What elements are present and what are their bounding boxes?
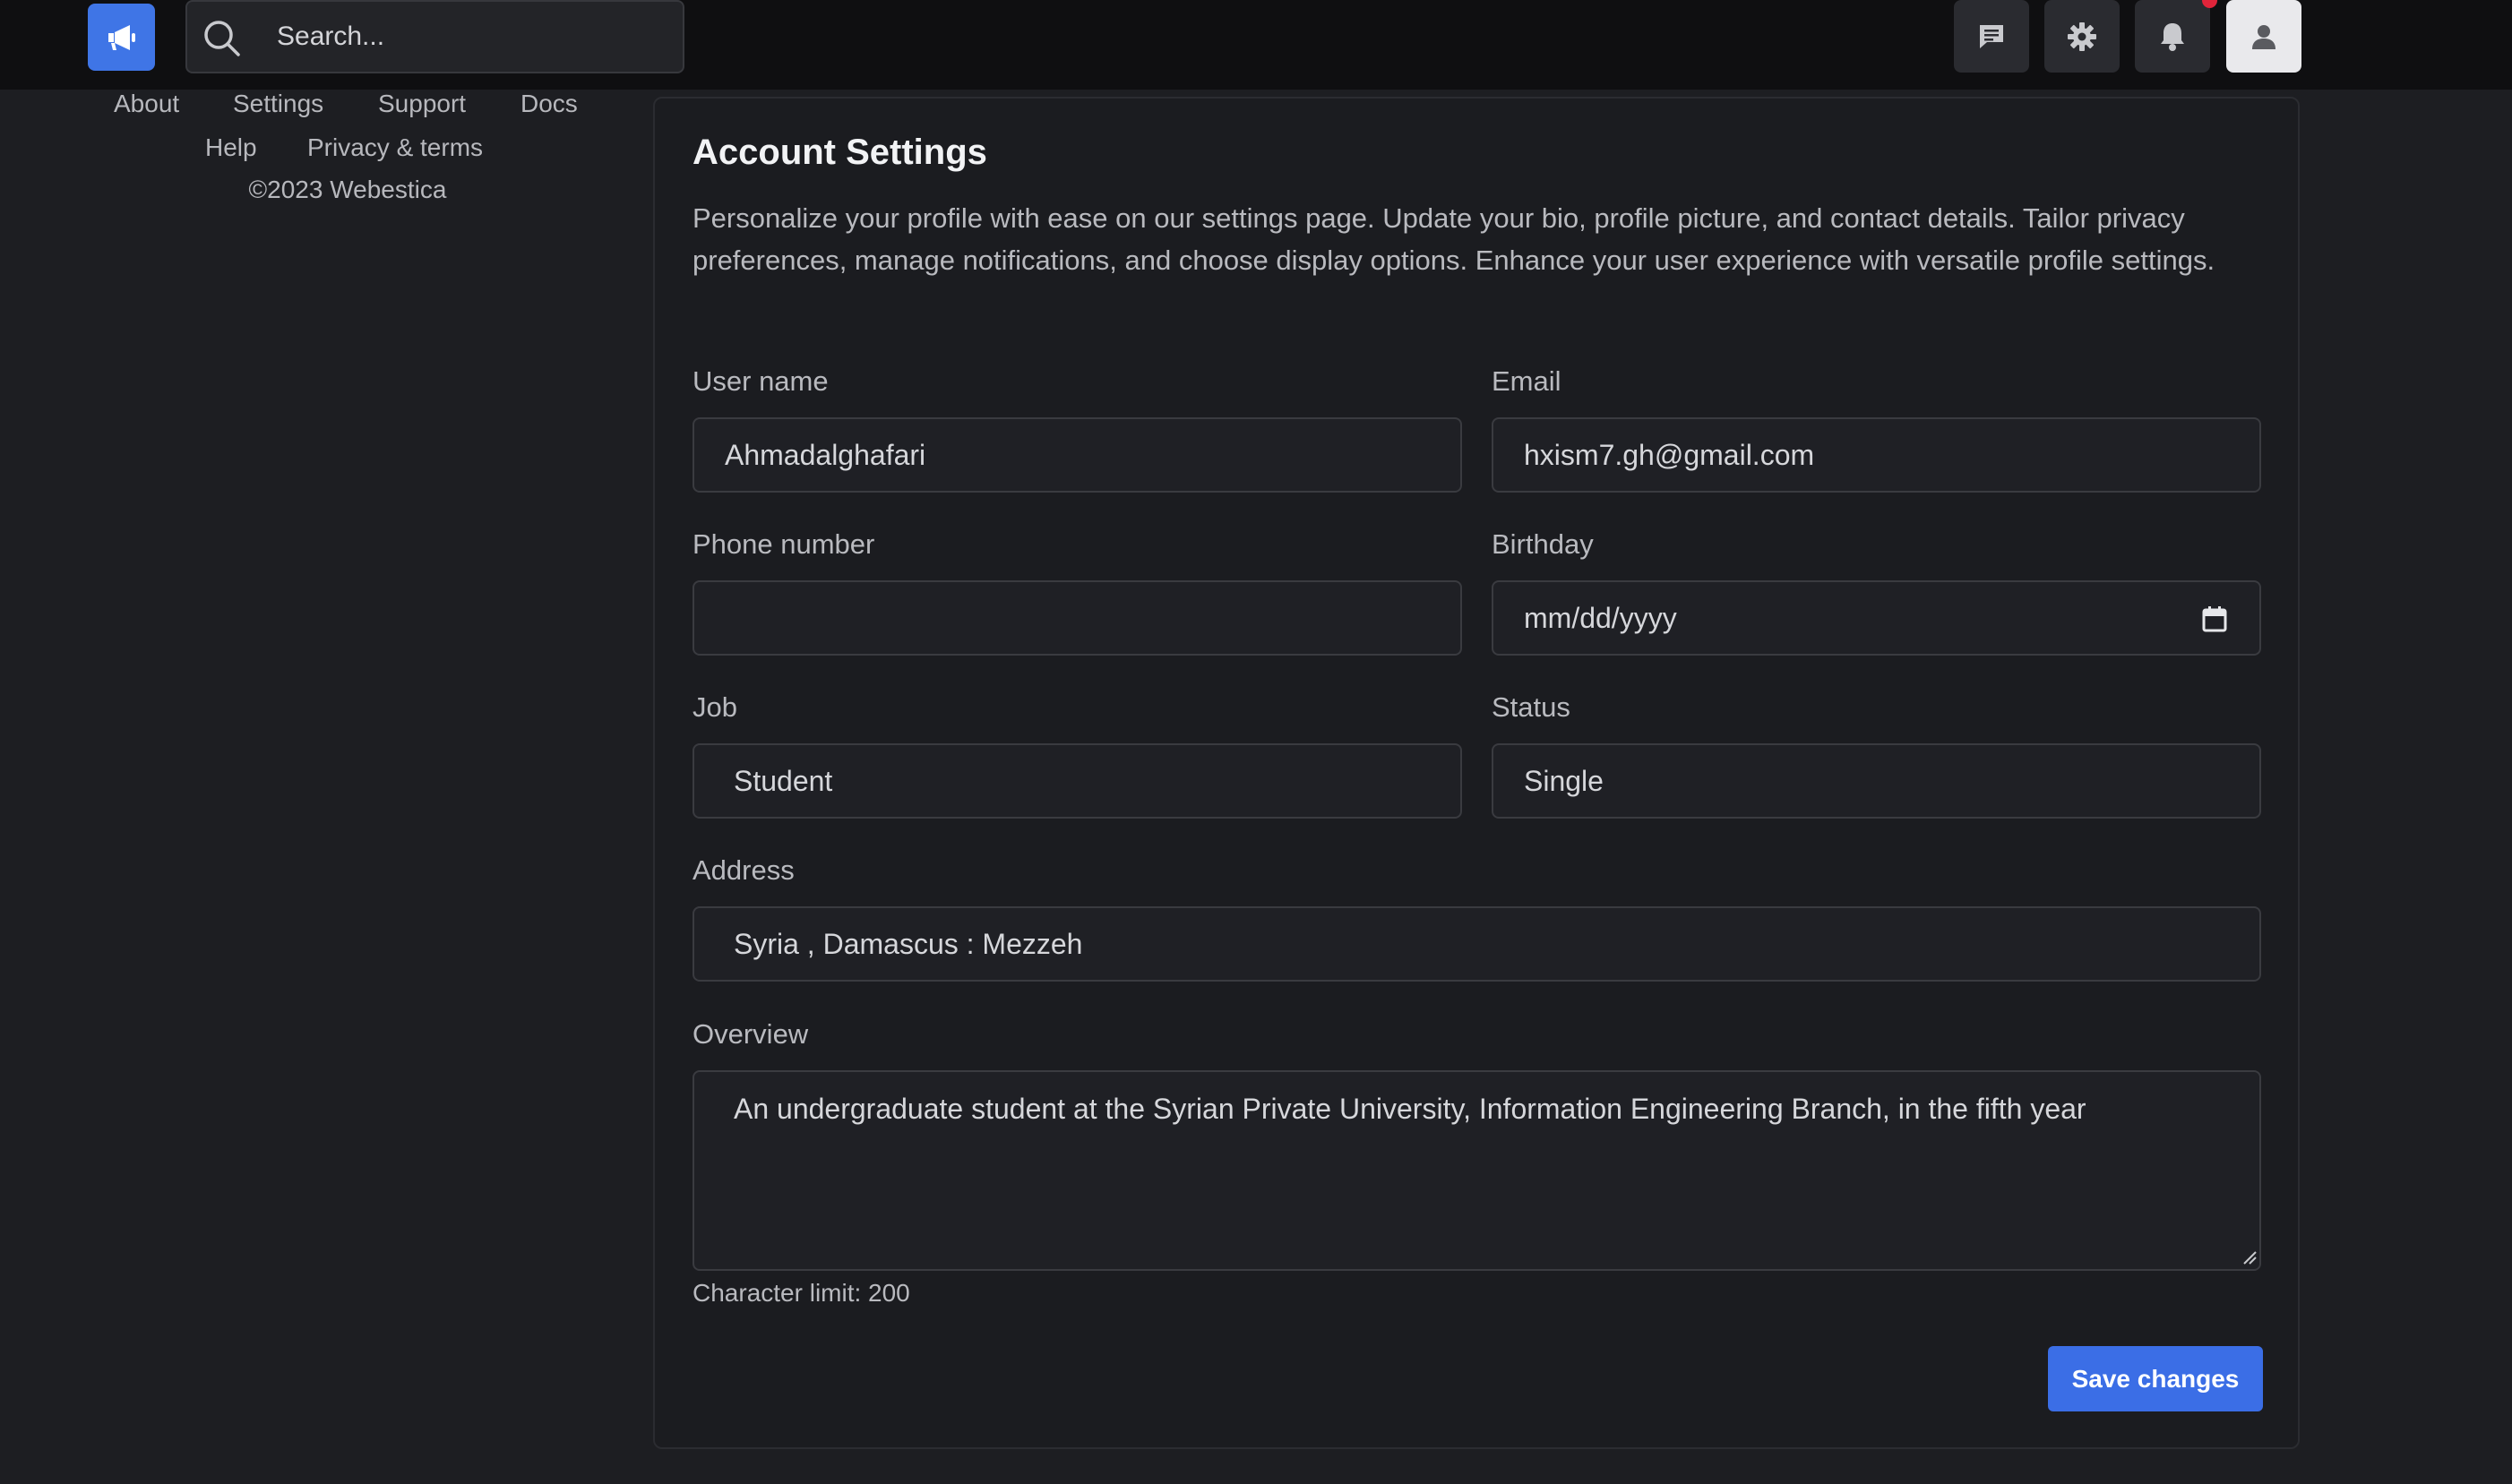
settings-button[interactable] (2044, 0, 2120, 73)
address-field[interactable] (693, 906, 2261, 982)
job-field[interactable] (693, 743, 1462, 819)
avatar[interactable] (2226, 0, 2301, 73)
megaphone-icon (108, 24, 135, 50)
calendar-icon[interactable] (2202, 605, 2227, 632)
status-label: Status (1492, 691, 1570, 723)
notifications-button[interactable] (2135, 0, 2217, 73)
status-field[interactable] (1492, 743, 2261, 819)
footer-link-docs[interactable]: Docs (520, 90, 578, 118)
email-label: Email (1492, 365, 1561, 397)
user-icon (2252, 24, 2275, 49)
logo[interactable] (88, 4, 155, 71)
footer-link-about[interactable]: About (114, 90, 179, 118)
birthday-field[interactable]: mm/dd/yyyy (1492, 580, 2261, 656)
overview-textarea[interactable]: An undergraduate student at the Syrian P… (693, 1070, 2261, 1271)
search-bar[interactable] (185, 0, 684, 73)
character-limit-hint: Character limit: 200 (693, 1279, 910, 1307)
username-label: User name (693, 365, 829, 397)
search-input[interactable] (277, 14, 671, 59)
top-navbar (0, 0, 2512, 90)
chat-icon (1980, 24, 2003, 48)
account-settings-card: Account Settings Personalize your profil… (653, 97, 2300, 1449)
username-field[interactable] (693, 417, 1462, 493)
page-description: Personalize your profile with ease on ou… (693, 202, 2215, 276)
address-label: Address (693, 854, 795, 886)
email-field[interactable] (1492, 417, 2261, 493)
search-icon (204, 21, 240, 56)
footer-link-privacy-terms[interactable]: Privacy & terms (307, 133, 483, 162)
gear-icon (2068, 21, 2096, 51)
bell-icon (2161, 22, 2184, 51)
footer-link-help[interactable]: Help (205, 133, 257, 162)
notification-dot (2202, 0, 2217, 8)
copyright: ©2023 Webestica (248, 176, 447, 203)
phone-label: Phone number (693, 528, 875, 560)
messages-button[interactable] (1954, 0, 2029, 73)
save-button[interactable]: Save changes (2048, 1346, 2263, 1411)
page-title: Account Settings (693, 133, 987, 172)
phone-field[interactable] (693, 580, 1462, 656)
overview-label: Overview (693, 1018, 809, 1050)
job-label: Job (693, 691, 737, 723)
birthday-placeholder: mm/dd/yyyy (1524, 602, 1677, 634)
footer-link-support[interactable]: Support (378, 90, 466, 118)
birthday-label: Birthday (1492, 528, 1594, 560)
resize-handle-icon[interactable] (2242, 1250, 2257, 1265)
footer-link-settings[interactable]: Settings (233, 90, 323, 118)
